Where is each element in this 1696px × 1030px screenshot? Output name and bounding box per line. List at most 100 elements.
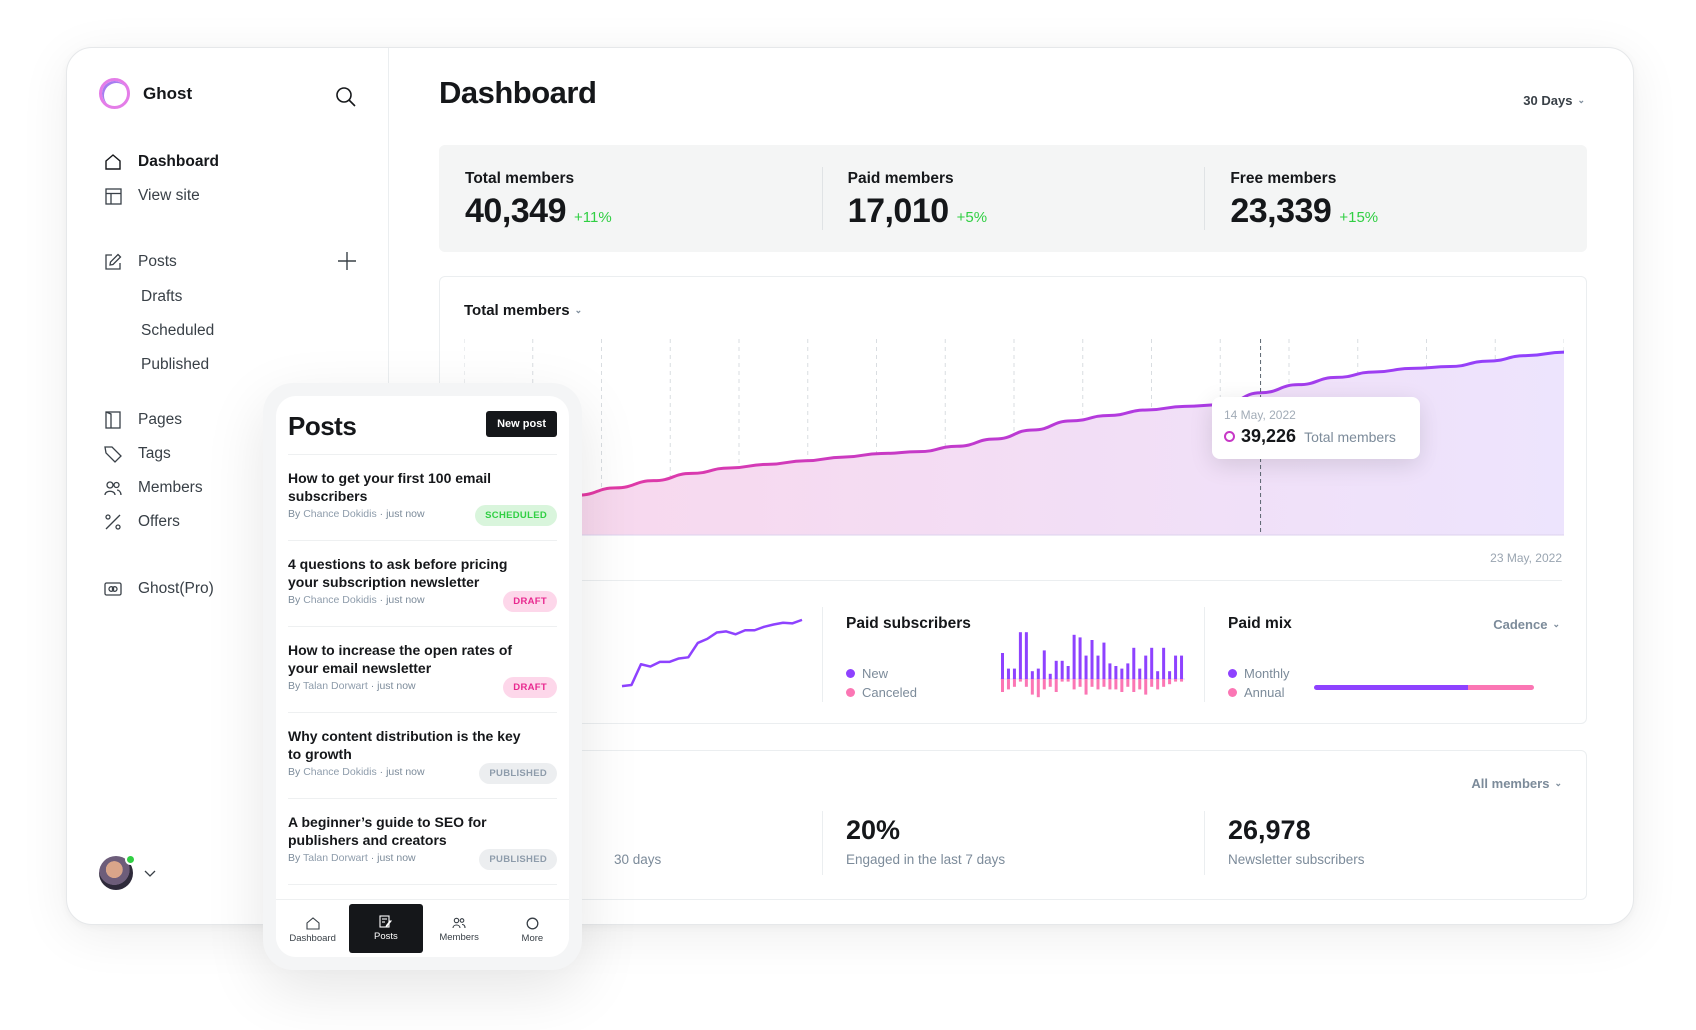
bar-new — [1084, 655, 1088, 679]
sidebar-item-members[interactable]: Members — [103, 477, 203, 499]
sidebar-subitem-scheduled[interactable]: Scheduled — [141, 322, 214, 340]
bar-new — [1060, 660, 1064, 679]
bar-new — [1048, 673, 1052, 679]
pages-icon — [103, 410, 123, 430]
main-content: Dashboard 30 Days ⌄ Total members 40,349… — [439, 48, 1633, 924]
sidebar-subitem-published[interactable]: Published — [141, 356, 209, 374]
kpi-value: 17,010 — [847, 192, 950, 230]
bar-canceled — [1162, 679, 1166, 687]
sidebar-item-dashboard[interactable]: Dashboard — [103, 151, 219, 173]
bar-new — [1096, 655, 1100, 679]
kpi-total-members[interactable]: Total members 40,349 +11% — [439, 145, 822, 252]
paid-trend-line-chart — [621, 618, 803, 688]
post-list-item[interactable]: How to increase the open rates of your e… — [288, 627, 557, 713]
chevron-down-icon — [144, 870, 156, 877]
bar-canceled — [1072, 679, 1076, 690]
bar-canceled — [1150, 679, 1154, 687]
audience-select[interactable]: All members ⌄ — [1471, 776, 1562, 791]
legend-label: Canceled — [862, 685, 917, 700]
kpi-delta: +5% — [956, 209, 988, 226]
chevron-down-icon: ⌄ — [1554, 778, 1562, 788]
bar-new — [1162, 647, 1166, 679]
bar-new — [1012, 668, 1016, 679]
status-badge: PUBLISHED — [479, 763, 557, 784]
bar-canceled — [1042, 679, 1046, 690]
bar-canceled — [1180, 679, 1184, 682]
search-icon[interactable] — [335, 86, 357, 108]
paid-mix-bar — [1314, 685, 1534, 690]
add-post-icon[interactable] — [337, 251, 357, 271]
post-title: How to get your first 100 email subscrib… — [288, 470, 492, 504]
posts-icon — [379, 915, 393, 928]
tab-label: Posts — [373, 931, 398, 942]
kpi-delta: +11% — [574, 209, 612, 226]
sidebar-subitem-drafts[interactable]: Drafts — [141, 288, 182, 306]
sidebar-item-pages[interactable]: Pages — [103, 409, 182, 431]
post-author: Chance Dokidis — [303, 594, 377, 606]
sidebar-item-tags[interactable]: Tags — [103, 443, 171, 465]
post-list-item[interactable]: How to get your first 100 email subscrib… — [288, 455, 557, 541]
legend-item-canceled: Canceled — [846, 683, 917, 702]
bar-new — [1036, 668, 1040, 679]
kpi-free-members[interactable]: Free members 23,339 +15% — [1204, 145, 1587, 252]
user-menu[interactable] — [99, 854, 157, 890]
bar-new — [1114, 666, 1118, 679]
chart-metric-select[interactable]: Total members ⌄ — [464, 302, 582, 319]
post-author: Chance Dokidis — [303, 766, 377, 778]
chevron-down-icon: ⌄ — [1577, 95, 1585, 105]
bar-new — [1054, 660, 1058, 679]
post-list-item[interactable]: Why content distribution is the key to g… — [288, 713, 557, 799]
engagement-stat: 20% Engaged in the last 7 days — [822, 811, 1204, 875]
bar-canceled — [1012, 679, 1016, 687]
tab-dashboard[interactable]: Dashboard — [276, 903, 349, 957]
mobile-page-title: Posts — [288, 411, 357, 441]
bar-canceled — [1084, 679, 1088, 695]
post-list-item[interactable]: 4 questions to ask before pricing your s… — [288, 541, 557, 627]
legend: Monthly Annual — [1228, 664, 1290, 702]
tab-members[interactable]: Members — [423, 903, 496, 957]
kpi-paid-members[interactable]: Paid members 17,010 +5% — [821, 145, 1205, 252]
members-chart-card: Total members ⌄ 23 May, 2022 14 May, 202… — [439, 276, 1587, 724]
bar-new — [1120, 668, 1124, 679]
percent-icon — [103, 512, 123, 532]
tab-more[interactable]: More — [496, 903, 569, 957]
bar-canceled — [1001, 679, 1004, 692]
mobile-preview: Posts New post How to get your first 100… — [263, 383, 582, 970]
bar-new — [1001, 653, 1004, 679]
members-icon — [452, 917, 466, 929]
by-prefix: By — [288, 852, 301, 864]
kpi-label: Free members — [1230, 170, 1337, 187]
post-list-item[interactable]: A beginner’s guide to SEO for publishers… — [288, 799, 557, 885]
cadence-select[interactable]: Cadence ⌄ — [1493, 617, 1560, 632]
bar-new — [1066, 666, 1070, 679]
bar-new — [1108, 663, 1112, 679]
new-post-button[interactable]: New post — [486, 411, 557, 437]
post-time: just now — [377, 680, 416, 692]
bar-new — [1078, 637, 1082, 679]
sidebar-item-label: Pages — [138, 411, 182, 428]
bar-canceled — [1024, 679, 1028, 687]
chart-tooltip: 14 May, 2022 39,226 Total members — [1212, 397, 1420, 459]
kpi-value: 23,339 — [1230, 192, 1332, 230]
kpi-label: Total members — [465, 170, 575, 187]
sidebar-item-view-site[interactable]: View site — [103, 185, 200, 207]
tooltip-marker-icon — [1224, 431, 1235, 442]
bar-canceled — [1108, 679, 1112, 690]
post-author: Talan Dorwart — [303, 680, 368, 692]
tab-posts[interactable]: Posts — [349, 904, 423, 953]
bar-new — [1144, 655, 1148, 679]
date-range-select[interactable]: 30 Days ⌄ — [1523, 93, 1585, 108]
post-list: How to get your first 100 email subscrib… — [288, 454, 557, 885]
by-prefix: By — [288, 594, 301, 606]
post-time: just now — [386, 594, 425, 606]
sidebar-item-posts[interactable]: Posts — [103, 251, 177, 273]
engagement-stat: 26,978 Newsletter subscribers — [1204, 811, 1586, 875]
brand[interactable]: Ghost — [99, 78, 192, 109]
bar-new — [1150, 647, 1154, 679]
by-prefix: By — [288, 508, 301, 520]
chart-title: Total members — [464, 302, 570, 319]
bar-canceled — [1168, 679, 1172, 685]
post-time: just now — [377, 852, 416, 864]
sidebar-item-ghost-pro[interactable]: Ghost(Pro) — [103, 578, 214, 600]
sidebar-item-offers[interactable]: Offers — [103, 511, 180, 533]
